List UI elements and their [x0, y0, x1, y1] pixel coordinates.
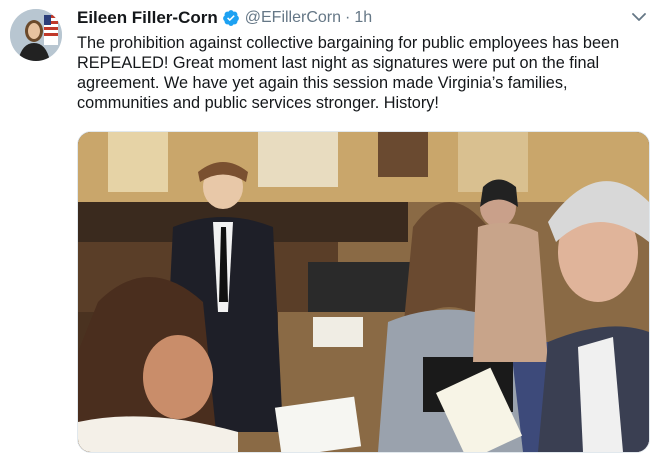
tweet-text-line: communities and public services stronger… — [77, 94, 439, 112]
tweet-text-line: agreement. We have yet again this sessio… — [77, 74, 568, 92]
timestamp[interactable]: 1h — [354, 9, 372, 27]
tweet-header: Eileen Filler-Corn @EFillerCorn · 1h — [77, 7, 653, 29]
tweet[interactable]: Eileen Filler-Corn @EFillerCorn · 1h The… — [0, 0, 663, 461]
verified-badge-icon — [222, 9, 240, 27]
display-name[interactable]: Eileen Filler-Corn — [77, 8, 218, 28]
tweet-photo[interactable] — [77, 131, 650, 453]
separator-dot: · — [345, 9, 351, 26]
tweet-text-line: REPEALED! Great moment last night as sig… — [77, 54, 600, 72]
tweet-text: The prohibition against collective barga… — [77, 33, 657, 113]
tweet-text-line: The prohibition against collective barga… — [77, 34, 620, 52]
chevron-down-icon[interactable] — [631, 10, 647, 24]
user-handle[interactable]: @EFillerCorn — [245, 9, 341, 27]
avatar[interactable] — [10, 9, 62, 61]
photo-content — [78, 132, 649, 452]
